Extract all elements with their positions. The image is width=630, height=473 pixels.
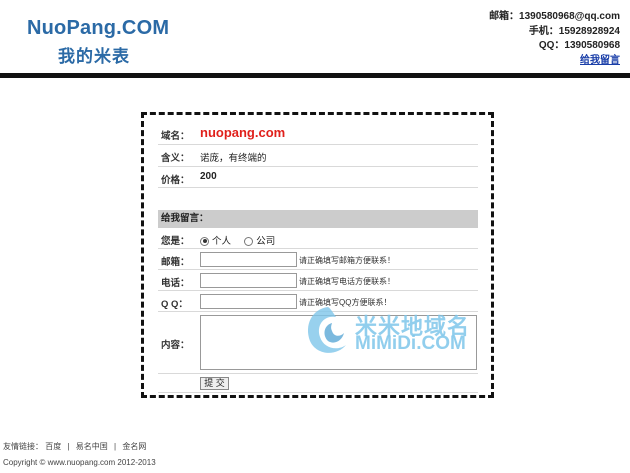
- identity-options: 个人 公司: [200, 233, 275, 247]
- email-label: 邮箱：: [161, 257, 190, 268]
- qq-field[interactable]: [200, 294, 297, 309]
- header-divider-bar: [0, 73, 630, 78]
- submit-row: 提 交: [158, 374, 478, 393]
- phone-hint: 请正确填写电话方便联系！: [299, 277, 395, 286]
- footer-link-jinming[interactable]: 金名网: [122, 442, 146, 451]
- site-logo-subtitle: 我的米表: [58, 47, 130, 66]
- identity-row: 您是： 个人 公司: [158, 228, 478, 249]
- message-section-header: 给我留言：: [158, 210, 478, 228]
- contact-qq: QQ：1390580968: [538, 40, 620, 51]
- domain-label: 域名：: [161, 131, 190, 142]
- radio-personal[interactable]: [200, 236, 209, 246]
- domain-row: 域名： nuopang.com: [158, 122, 478, 145]
- leave-message-link[interactable]: 给我留言: [489, 54, 620, 69]
- meaning-row: 含义： 诺庞，有终端的: [158, 145, 478, 167]
- footer-link-ename[interactable]: 易名中国: [76, 442, 108, 451]
- price-value: 200: [200, 171, 217, 182]
- footer-link-baidu[interactable]: 百度: [45, 442, 61, 451]
- meaning-label: 含义：: [161, 153, 190, 164]
- friend-links-label: 友情链接：: [3, 442, 43, 451]
- contact-phone: 手机：15928928924: [528, 25, 620, 37]
- contact-email: 邮箱：1390580968@qq.com: [489, 11, 620, 22]
- radio-personal-label: 个人: [212, 236, 232, 247]
- contact-info: 邮箱：1390580968@qq.com 手机：15928928924 QQ：1…: [489, 10, 620, 68]
- price-label: 价格：: [161, 175, 190, 186]
- watermark-swirl-icon: [308, 307, 346, 353]
- identity-label: 您是：: [161, 236, 190, 247]
- radio-company[interactable]: [244, 236, 254, 246]
- phone-row: 电话： 请正确填写电话方便联系！: [158, 270, 478, 291]
- domain-value: nuopang.com: [200, 125, 286, 140]
- footer-separator: |: [67, 442, 70, 451]
- phone-label: 电话：: [161, 278, 190, 289]
- content-label: 内容：: [161, 340, 190, 351]
- radio-company-label: 公司: [256, 236, 276, 247]
- qq-label: Q Q：: [161, 299, 188, 310]
- watermark-logo: 米米地域名 MiMiDi.COM: [300, 301, 475, 361]
- email-row: 邮箱： 请正确填写邮箱方便联系！: [158, 249, 478, 270]
- email-hint: 请正确填写邮箱方便联系！: [299, 256, 395, 265]
- submit-button[interactable]: 提 交: [200, 377, 229, 390]
- watermark-text-en: MiMiDi.COM: [355, 333, 466, 354]
- footer-separator: |: [114, 442, 117, 451]
- copyright: Copyright © www.nuopang.com 2012-2013: [3, 458, 156, 467]
- email-field[interactable]: [200, 252, 297, 267]
- friend-links: 友情链接： 百度 | 易名中国 | 金名网: [3, 441, 146, 452]
- price-row: 价格： 200: [158, 167, 478, 188]
- site-logo-title[interactable]: NuoPang.COM: [27, 17, 169, 40]
- phone-field[interactable]: [200, 273, 297, 288]
- header: NuoPang.COM 我的米表 邮箱：1390580968@qq.com 手机…: [0, 0, 630, 72]
- meaning-value: 诺庞，有终端的: [200, 153, 267, 164]
